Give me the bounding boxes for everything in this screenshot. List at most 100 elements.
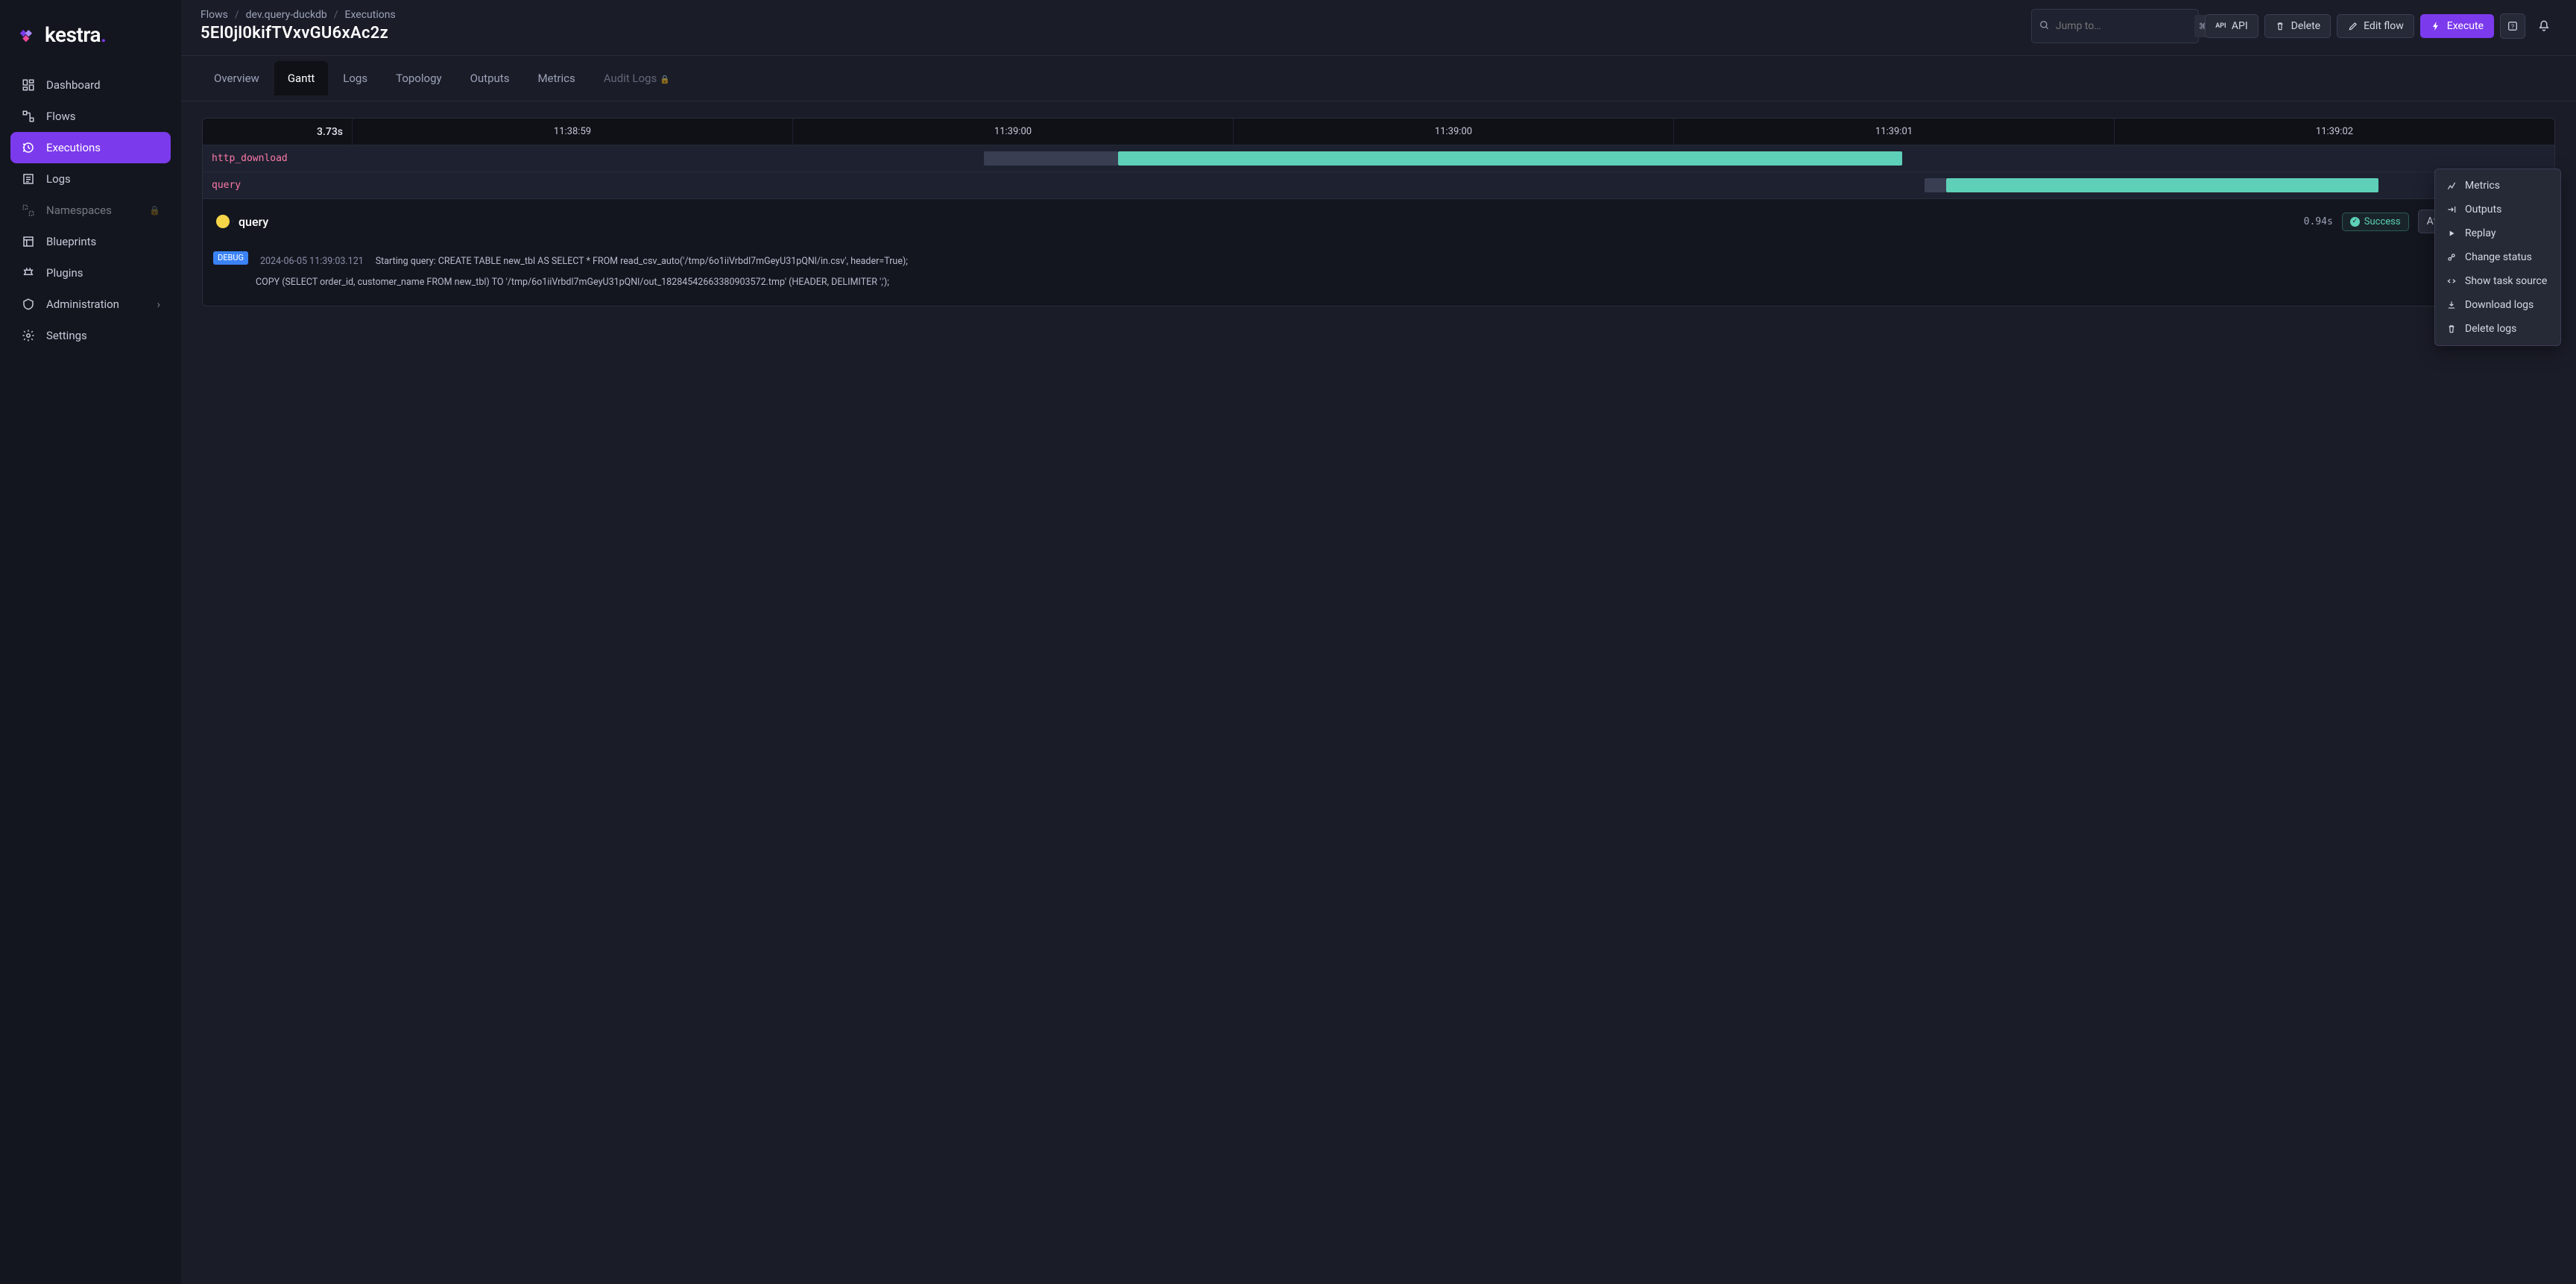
gantt-bar-pending <box>1925 178 1947 192</box>
flows-icon <box>21 109 36 124</box>
outputs-icon <box>2446 204 2457 215</box>
sidebar-item-executions[interactable]: Executions <box>10 132 171 163</box>
status-running-icon <box>216 215 230 228</box>
sidebar-item-blueprints[interactable]: Blueprints <box>10 226 171 257</box>
ctx-change-status[interactable]: Change status <box>2435 245 2560 269</box>
bolt-icon <box>2431 21 2442 32</box>
sidebar-item-namespaces[interactable]: Namespaces🔒 <box>10 195 171 226</box>
edit-flow-button[interactable]: Edit flow <box>2337 14 2414 38</box>
log-line: COPY (SELECT order_id, customer_name FRO… <box>213 272 2544 293</box>
tab-logs[interactable]: Logs <box>329 61 381 95</box>
lock-icon: 🔒 <box>660 75 670 84</box>
gantt-row-query[interactable]: query <box>203 171 2554 198</box>
gantt-row-http_download[interactable]: http_download <box>203 145 2554 171</box>
tab-outputs[interactable]: Outputs <box>457 61 523 95</box>
settings-icon <box>21 328 36 343</box>
ctx-download-logs[interactable]: Download logs <box>2435 293 2560 317</box>
sidebar-label: Flows <box>46 110 76 123</box>
chevron-right-icon: › <box>157 298 160 311</box>
ctx-metrics[interactable]: Metrics <box>2435 174 2560 198</box>
gantt-track <box>352 172 2554 198</box>
breadcrumb-flow[interactable]: dev.query-duckdb <box>246 9 327 21</box>
task-detail-panel: query 0.94s ✓Success Attempt 1⌄ DEBUG 20… <box>203 198 2554 306</box>
breadcrumb: Flows/ dev.query-duckdb/ Executions <box>201 9 2016 21</box>
gantt-track <box>352 145 2554 171</box>
gantt-tick: 11:39:00 <box>792 119 1233 145</box>
sidebar-item-flows[interactable]: Flows <box>10 101 171 132</box>
sidebar-item-plugins[interactable]: Plugins <box>10 257 171 289</box>
tab-audit-logs: Audit Logs🔒 <box>590 61 684 95</box>
ctx-outputs[interactable]: Outputs <box>2435 198 2560 221</box>
search-box[interactable]: ⌘Ctrl/Cmd + K <box>2031 9 2199 43</box>
breadcrumb-flows[interactable]: Flows <box>201 9 228 21</box>
sidebar-item-dashboard[interactable]: Dashboard <box>10 69 171 101</box>
task-name: query <box>239 215 268 229</box>
search-input[interactable] <box>2056 20 2188 32</box>
search-icon <box>2039 19 2050 34</box>
task-logs: DEBUG 2024-06-05 11:39:03.121 Starting q… <box>203 244 2554 306</box>
notifications-button[interactable] <box>2531 13 2557 39</box>
log-message: Starting query: CREATE TABLE new_tbl AS … <box>376 251 2544 272</box>
pencil-icon <box>2347 21 2358 32</box>
namespaces-icon <box>21 203 36 218</box>
gantt-tick: 11:39:00 <box>1233 119 1673 145</box>
trash-icon <box>2446 324 2457 335</box>
gantt-bar-running <box>1118 151 1902 166</box>
sidebar-item-logs[interactable]: Logs <box>10 163 171 195</box>
gantt-row-label: query <box>203 172 352 198</box>
tab-gantt[interactable]: Gantt <box>274 61 328 95</box>
gantt-tick: 11:39:01 <box>1673 119 2114 145</box>
task-context-menu: Metrics Outputs Replay Change status Sho… <box>2434 169 2561 346</box>
content: 3.73s 11:38:59 11:39:00 11:39:00 11:39:0… <box>181 101 2576 1284</box>
sidebar-label: Blueprints <box>46 235 96 248</box>
replay-icon <box>2446 228 2457 239</box>
plugins-icon <box>21 265 36 280</box>
sidebar-label: Executions <box>46 141 101 154</box>
delete-button[interactable]: Delete <box>2264 14 2331 38</box>
status-icon <box>2446 252 2457 263</box>
sidebar-label: Settings <box>46 329 87 342</box>
admin-icon <box>21 297 36 312</box>
breadcrumb-executions[interactable]: Executions <box>345 9 396 21</box>
logo-text: kestra. <box>45 22 106 47</box>
sidebar-item-administration[interactable]: Administration› <box>10 289 171 320</box>
tab-topology[interactable]: Topology <box>382 61 455 95</box>
gantt-chart: 3.73s 11:38:59 11:39:00 11:39:00 11:39:0… <box>202 118 2555 306</box>
task-duration: 0.94s <box>2304 216 2333 227</box>
blueprints-icon <box>21 234 36 249</box>
log-line: DEBUG 2024-06-05 11:39:03.121 Starting q… <box>213 251 2544 272</box>
log-message: COPY (SELECT order_id, customer_name FRO… <box>256 272 2544 293</box>
logs-icon <box>21 171 36 186</box>
help-button[interactable]: ? <box>2500 13 2525 39</box>
execute-button[interactable]: Execute <box>2420 14 2494 38</box>
ctx-delete-logs[interactable]: Delete logs <box>2435 317 2560 341</box>
logo[interactable]: kestra. <box>10 15 171 69</box>
ctx-replay[interactable]: Replay <box>2435 221 2560 245</box>
gantt-bar-pending <box>984 151 1118 166</box>
check-icon: ✓ <box>2350 217 2360 227</box>
tab-metrics[interactable]: Metrics <box>524 61 588 95</box>
header: Flows/ dev.query-duckdb/ Executions 5El0… <box>181 0 2576 56</box>
gantt-bar-running <box>1946 178 2378 192</box>
tabs: Overview Gantt Logs Topology Outputs Met… <box>181 56 2576 101</box>
ctx-show-source[interactable]: Show task source <box>2435 269 2560 293</box>
sidebar-label: Dashboard <box>46 78 101 92</box>
svg-text:?: ? <box>2511 23 2514 31</box>
page-title: 5El0jl0kifTVxvGU6xAc2z <box>201 24 2016 43</box>
tab-overview[interactable]: Overview <box>201 61 273 95</box>
kestra-logo-icon <box>16 25 37 45</box>
log-level-badge: DEBUG <box>213 251 248 265</box>
sidebar-label: Logs <box>46 172 71 186</box>
api-icon: API <box>2215 21 2226 32</box>
api-button[interactable]: APIAPI <box>2205 14 2258 38</box>
sidebar: kestra. Dashboard Flows Executions Logs … <box>0 0 181 1284</box>
dashboard-icon <box>21 78 36 92</box>
gantt-tick: 11:38:59 <box>352 119 792 145</box>
executions-icon <box>21 140 36 155</box>
sidebar-item-settings[interactable]: Settings <box>10 320 171 351</box>
gantt-row-label: http_download <box>203 145 352 171</box>
lock-icon: 🔒 <box>149 205 160 215</box>
code-icon <box>2446 276 2457 287</box>
trash-icon <box>2275 21 2286 32</box>
chart-icon <box>2446 180 2457 192</box>
